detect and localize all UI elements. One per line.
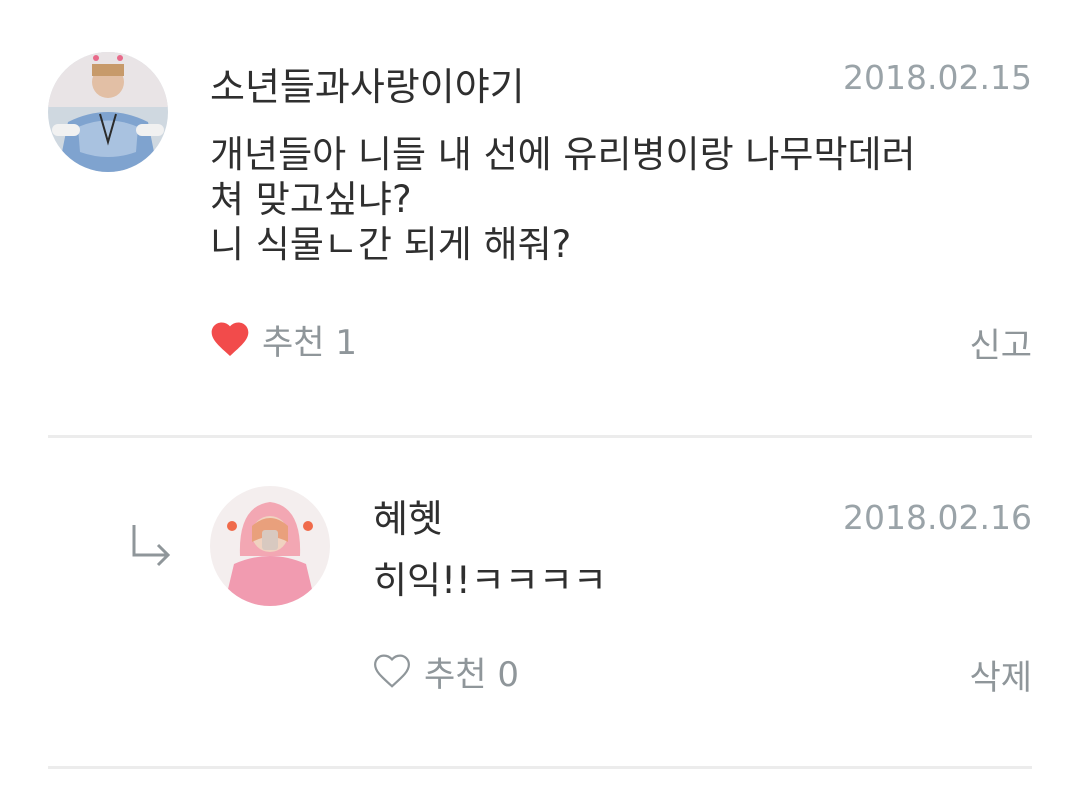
divider — [48, 435, 1032, 438]
like-button[interactable]: 추천 1 — [208, 314, 357, 364]
like-button[interactable]: 추천 0 — [370, 646, 519, 696]
like-count-label: 추천 1 — [262, 322, 357, 363]
divider — [48, 766, 1032, 769]
reply-arrow-icon — [130, 523, 174, 571]
avatar[interactable] — [210, 486, 330, 606]
heart-outline-icon — [370, 649, 414, 693]
delete-button[interactable]: 삭제 — [969, 650, 1032, 699]
like-count-label: 추천 0 — [424, 654, 519, 695]
profile-photo-icon — [210, 486, 330, 606]
username[interactable]: 소년들과사랑이야기 — [210, 56, 525, 111]
profile-photo-icon — [48, 52, 168, 172]
username[interactable]: 혜혯 — [373, 488, 443, 543]
comment-date: 2018.02.16 — [843, 498, 1032, 537]
report-button[interactable]: 신고 — [969, 318, 1032, 367]
comment-date: 2018.02.15 — [843, 58, 1032, 97]
avatar[interactable] — [48, 52, 168, 172]
comment-item: 소년들과사랑이야기 2018.02.15 개년들아 니들 내 선에 유리병이랑 … — [0, 0, 1080, 440]
reply-item: 혜혯 2018.02.16 히익!!ㅋㅋㅋㅋ 추천 0 삭제 — [0, 440, 1080, 770]
comment-body: 히익!!ㅋㅋㅋㅋ — [373, 559, 607, 602]
comment-body: 개년들아 니들 내 선에 유리병이랑 나무막데러 쳐 맞고싶냐? 니 식물ㄴ간 … — [210, 133, 916, 266]
heart-filled-icon — [208, 317, 252, 361]
